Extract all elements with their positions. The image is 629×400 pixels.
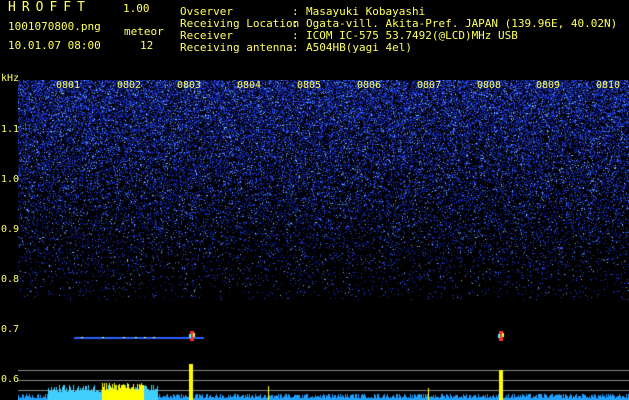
app-title: HROFFT — [8, 0, 91, 15]
time-tick: 0808 — [477, 80, 502, 91]
meteor-label: meteor — [124, 25, 164, 38]
freq-tick: 1.1 — [1, 124, 20, 135]
freq-tick: 0.7 — [1, 324, 20, 335]
time-tick: 0802 — [117, 80, 142, 91]
time-tick: 0807 — [417, 80, 442, 91]
time-tick: 0804 — [237, 80, 262, 91]
info-value-antenna: A504HB(yagi 4el) — [306, 41, 412, 54]
file-name: 1001070800.png — [8, 20, 101, 33]
app-version: 1.00 — [123, 2, 150, 15]
freq-tick: 1.0 — [1, 174, 20, 185]
time-tick: 0806 — [357, 80, 382, 91]
freq-tick: 0.9 — [1, 224, 20, 235]
time-tick: 0803 — [177, 80, 202, 91]
freq-tick: 0.6 — [1, 374, 20, 385]
info-key-antenna: Receiving antenna — [180, 41, 293, 54]
time-tick: 0801 — [56, 80, 81, 91]
time-tick: 0810 — [596, 80, 621, 91]
spectrogram — [18, 80, 629, 400]
time-tick: 0809 — [536, 80, 561, 91]
meteor-count: 12 — [140, 39, 154, 52]
date-time: 10.01.07 08:00 — [8, 39, 101, 52]
frequency-unit-label: kHz — [1, 73, 20, 84]
freq-tick: 0.8 — [1, 274, 20, 285]
time-tick: 0805 — [297, 80, 322, 91]
info-colon: : — [292, 41, 299, 54]
